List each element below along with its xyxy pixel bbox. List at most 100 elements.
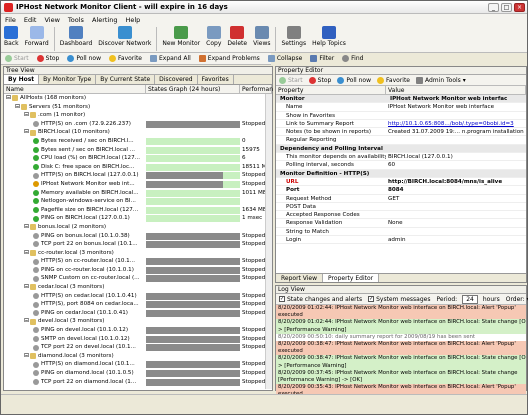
- tree-row[interactable]: SNMP Custom on cc-router.local (... Stopp…: [4, 274, 272, 283]
- close-button[interactable]: ×: [514, 2, 525, 12]
- minimize-button[interactable]: _: [488, 2, 499, 12]
- property-row[interactable]: Login admin: [276, 236, 526, 245]
- tree-row[interactable]: Netlogon-windows-service on BI...: [4, 197, 272, 206]
- tree-row[interactable]: ⊟ Servers (51 monitors): [4, 103, 272, 112]
- tree-row[interactable]: HTTP(S) on cedar.local (10.1.0.41) Stoppe…: [4, 292, 272, 301]
- menu-help[interactable]: Help: [121, 16, 144, 24]
- tab-by-host[interactable]: By Host: [4, 75, 40, 84]
- tree-row[interactable]: PING on BIRCH.local (127.0.0.1) 1 msec: [4, 214, 272, 223]
- property-row[interactable]: Name IPHost Network Monitor web interface: [276, 103, 526, 112]
- start-button[interactable]: Start: [1, 55, 33, 62]
- tree-row[interactable]: HTTP(S), port 8084 on cedar.loca... Stopp…: [4, 300, 272, 309]
- tab-by-current-state[interactable]: By Current State: [96, 75, 156, 84]
- expander-icon[interactable]: ⊟: [24, 111, 29, 120]
- menu-tools[interactable]: Tools: [64, 16, 88, 24]
- admin-tools-button[interactable]: Admin Tools ▾: [413, 76, 469, 84]
- help-topics-button[interactable]: Help Topics: [309, 25, 349, 48]
- tree-row[interactable]: ⊟ BIRCH.local (10 monitors): [4, 128, 272, 137]
- property-row[interactable]: This monitor depends on availability of B…: [276, 153, 526, 162]
- tab-favorites[interactable]: Favorites: [198, 75, 234, 84]
- tree-row[interactable]: HTTP(S) on diamond.local (10.1... Stopped: [4, 360, 272, 369]
- tree-row[interactable]: ⊟ .com (1 monitor): [4, 111, 272, 120]
- tree-row[interactable]: ⊟ diamond.local (3 monitors): [4, 352, 272, 361]
- property-value[interactable]: [386, 228, 526, 235]
- expander-icon[interactable]: ⊟: [24, 283, 29, 292]
- pe-start-button[interactable]: Start: [276, 76, 306, 84]
- property-value[interactable]: IPHost Network Monitor web interface: [386, 103, 526, 110]
- state-changes-checkbox[interactable]: ✓ State changes and alerts: [276, 296, 365, 303]
- period-input[interactable]: 24: [462, 294, 478, 304]
- tree-row[interactable]: CPU load (%) on BIRCH.local (127... 6: [4, 154, 272, 163]
- property-value[interactable]: http://BIRCH.local:8084/mns/is_alive: [386, 178, 526, 185]
- copy-button[interactable]: Copy: [203, 25, 224, 48]
- tree-row[interactable]: ⊟ bonus.local (2 monitors): [4, 223, 272, 232]
- tree-row[interactable]: ⊟ cc-router.local (3 monitors): [4, 249, 272, 258]
- tree-row[interactable]: HTTP(S) on cc-router.local (10.1... Stopp…: [4, 257, 272, 266]
- property-value[interactable]: [386, 136, 526, 143]
- tree-row[interactable]: SMTP on devel.local (10.1.0.12) Stopped: [4, 335, 272, 344]
- tree-row[interactable]: PING on devel.local (10.1.0.12) Stopped: [4, 326, 272, 335]
- tree-row[interactable]: Disk C: free space on BIRCH.loc... 18511 …: [4, 163, 272, 172]
- property-row[interactable]: Accepted Response Codes: [276, 211, 526, 220]
- settings-button[interactable]: Settings: [278, 25, 309, 48]
- tree-scrollbar[interactable]: [265, 94, 272, 389]
- property-value[interactable]: [386, 112, 526, 119]
- tree-row[interactable]: PING on cedar.local (10.1.0.41) Stopped: [4, 309, 272, 318]
- expand-problems-button[interactable]: Expand Problems: [195, 55, 264, 62]
- expander-icon[interactable]: ⊟: [24, 249, 29, 258]
- collapse-button[interactable]: Collapse: [264, 55, 307, 62]
- property-section[interactable]: Monitor Definition - HTTP(S): [276, 169, 526, 178]
- views-button[interactable]: Views: [250, 25, 273, 48]
- tree-row[interactable]: ⊟ devel.local (3 monitors): [4, 317, 272, 326]
- pe-poll-now-button[interactable]: Poll now: [334, 76, 374, 84]
- property-value[interactable]: None: [386, 219, 526, 226]
- menu-edit[interactable]: Edit: [20, 16, 41, 24]
- property-value[interactable]: http://10.1.0.65:808.../bob/.type=0bobi.…: [386, 120, 526, 127]
- property-section[interactable]: Dependency and Polling Interval: [276, 144, 526, 154]
- column-performance[interactable]: Performan: [240, 85, 273, 93]
- property-row[interactable]: Port 8084: [276, 186, 526, 195]
- tab-by-monitor-type[interactable]: By Monitor Type: [39, 75, 97, 84]
- expander-icon[interactable]: ⊟: [24, 223, 29, 232]
- discover-network-button[interactable]: Discover Network: [95, 25, 154, 48]
- tree-row[interactable]: Pagefile size on BIRCH.local (127... 1634…: [4, 206, 272, 215]
- column-name[interactable]: Name: [4, 85, 146, 93]
- new-monitor-button[interactable]: New Monitor: [159, 25, 203, 48]
- tree-row[interactable]: TCP port 22 on diamond.local (1... Stoppe…: [4, 378, 272, 387]
- tab-report-view[interactable]: Report View: [276, 274, 324, 282]
- property-row[interactable]: Response Validation None: [276, 219, 526, 228]
- property-value[interactable]: Created 31.07.2009 19:... n.program inst…: [386, 128, 526, 135]
- column-states-graph[interactable]: States Graph (24 hours): [146, 85, 240, 93]
- pe-favorite-button[interactable]: Favorite: [374, 76, 413, 84]
- tree-row[interactable]: PING on diamond.local (10.1.0.5) Stopped: [4, 369, 272, 378]
- menu-view[interactable]: View: [40, 16, 63, 24]
- tree-row[interactable]: Memory available on BIRCH.local... 1011 M…: [4, 189, 272, 198]
- tab-property-editor[interactable]: Property Editor: [323, 274, 380, 282]
- tree-row[interactable]: TCP port 22 on bonus.local (10.1... Stopp…: [4, 240, 272, 249]
- property-row[interactable]: Polling interval, seconds 60: [276, 161, 526, 170]
- delete-button[interactable]: Delete: [224, 25, 250, 48]
- forward-button[interactable]: Forward: [22, 25, 52, 48]
- property-row[interactable]: Show in Favorites: [276, 112, 526, 120]
- property-value[interactable]: [386, 211, 526, 218]
- expand-all-button[interactable]: Expand All: [146, 55, 195, 62]
- property-value[interactable]: 8084: [386, 186, 526, 193]
- tree-row[interactable]: IPHost Network Monitor web int... Stopped: [4, 180, 272, 189]
- expander-icon[interactable]: ⊟: [6, 94, 11, 103]
- property-row[interactable]: Regular Reporting: [276, 136, 526, 145]
- filter-button[interactable]: Filter: [306, 55, 338, 62]
- expander-icon[interactable]: ⊟: [15, 103, 20, 112]
- maximize-button[interactable]: □: [501, 2, 512, 12]
- expander-icon[interactable]: ⊟: [24, 317, 29, 326]
- property-row[interactable]: Notes (to be shown in reports) Created 31…: [276, 128, 526, 137]
- property-value[interactable]: [386, 203, 526, 210]
- tree-row[interactable]: Bytes received / sec on BIRCH.l... 0: [4, 137, 272, 146]
- property-value[interactable]: BIRCH.local (127.0.0.1): [386, 153, 526, 160]
- property-value[interactable]: GET: [386, 195, 526, 202]
- property-row[interactable]: Link to Summary Report http://10.1.0.65:8…: [276, 120, 526, 129]
- dashboard-button[interactable]: Dashboard: [57, 25, 96, 48]
- tree-row[interactable]: TCP port 22 on devel.local (10.1... Stopp…: [4, 343, 272, 352]
- tree-row[interactable]: Bytes sent / sec on BIRCH.local ... 15975: [4, 146, 272, 155]
- menu-file[interactable]: File: [1, 16, 20, 24]
- property-value[interactable]: 60: [386, 161, 526, 168]
